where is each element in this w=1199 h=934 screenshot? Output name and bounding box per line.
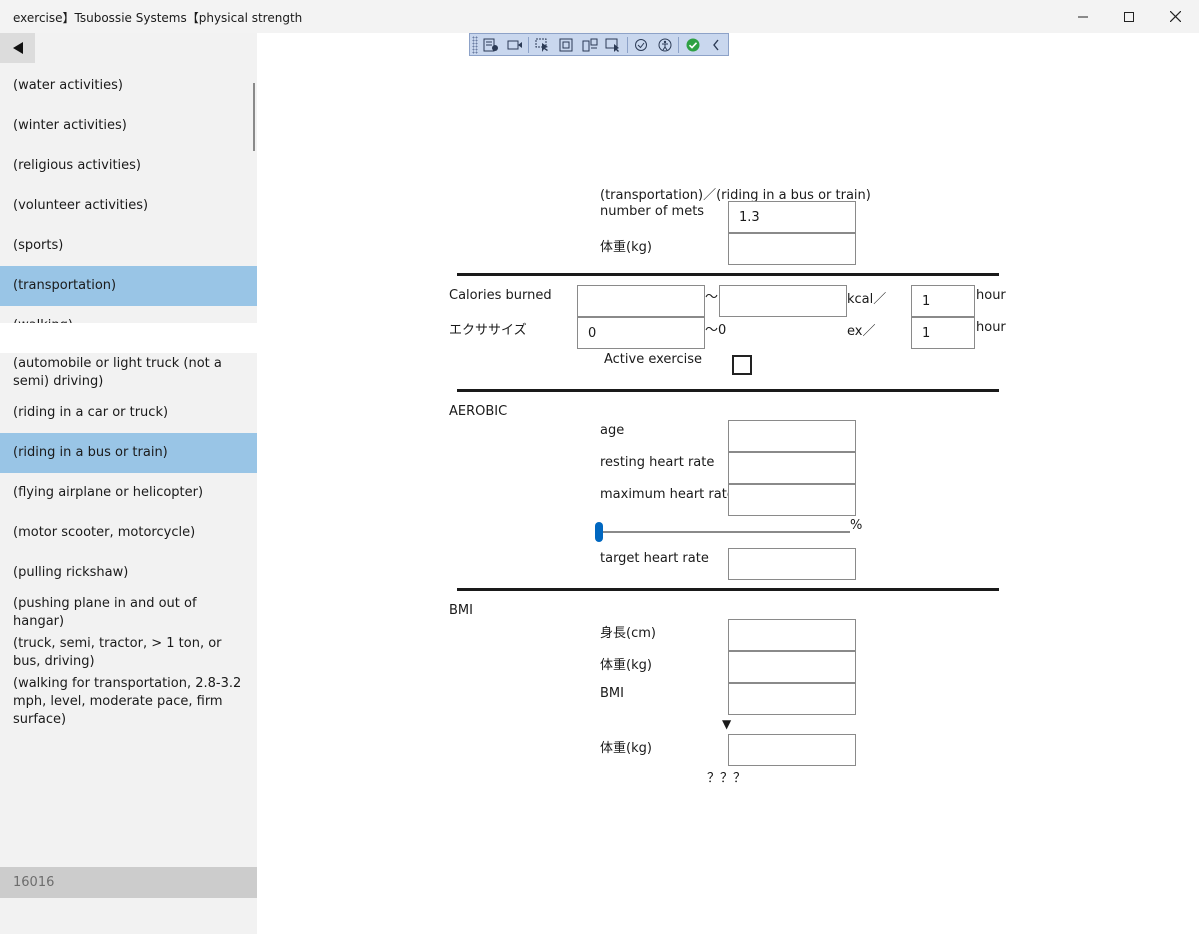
select-element-icon[interactable] (531, 35, 554, 55)
back-button[interactable] (0, 33, 35, 63)
bmi-weight-field[interactable] (728, 651, 856, 683)
category-item[interactable]: (volunteer activities) (0, 186, 257, 226)
weight-field[interactable] (728, 233, 856, 265)
activity-item[interactable]: (pushing plane in and out of hangar) (0, 593, 257, 633)
toolbar-separator (528, 36, 530, 53)
max-heart-rate-label: maximum heart rate (600, 487, 735, 502)
age-label: age (600, 423, 625, 438)
active-exercise-checkbox[interactable] (732, 355, 752, 375)
percent-sign: % (850, 518, 863, 533)
activity-list[interactable]: (automobile or light truck (not a semi) … (0, 353, 257, 731)
calories-tilde: ～ (705, 290, 719, 305)
weight-label: 体重(kg) (600, 240, 652, 255)
record-icon[interactable] (503, 35, 526, 55)
exercise-range-end: ～0 (705, 323, 727, 338)
hour-unit: hour (976, 320, 1006, 335)
status-bar: 16016 (0, 867, 257, 898)
check-icon[interactable] (681, 35, 704, 55)
exercise-hours-field[interactable]: 1 (911, 317, 975, 349)
exercise-label: エクササイズ (449, 323, 527, 338)
maximize-button[interactable] (1106, 0, 1152, 33)
back-arrow-icon (12, 42, 23, 54)
minimize-button[interactable] (1060, 0, 1106, 33)
category-item[interactable]: (water activities) (0, 66, 257, 106)
bmi-field[interactable] (728, 683, 856, 715)
age-field[interactable] (728, 420, 856, 452)
activity-item[interactable]: (flying airplane or helicopter) (0, 473, 257, 513)
height-field[interactable] (728, 619, 856, 651)
activity-item[interactable]: (riding in a car or truck) (0, 393, 257, 433)
activity-item[interactable]: (pulling rickshaw) (0, 553, 257, 593)
toolbar-separator (626, 36, 628, 53)
category-item[interactable]: (walking) (0, 306, 257, 323)
ideal-weight-label: 体重(kg) (600, 741, 652, 756)
activity-item-selected[interactable]: (riding in a bus or train) (0, 433, 257, 473)
activity-item[interactable]: (walking for transportation, 2.8-3.2 mph… (0, 673, 257, 731)
calories-max-field[interactable] (719, 285, 847, 317)
category-item-selected[interactable]: (transportation) (0, 266, 257, 306)
bmi-weight-label: 体重(kg) (600, 658, 652, 673)
close-button[interactable] (1152, 0, 1198, 33)
maximize-icon (1124, 11, 1134, 22)
aerobic-section-label: AEROBIC (449, 404, 508, 419)
minimize-icon (1078, 16, 1088, 17)
height-label: 身長(cm) (600, 626, 656, 641)
title-bar: exercise】Tsubossie Systems【physical stre… (0, 0, 1199, 33)
bmi-label: BMI (600, 686, 624, 701)
category-item[interactable]: (winter activities) (0, 106, 257, 146)
activity-item[interactable]: (motor scooter, motorcycle) (0, 513, 257, 553)
accessibility-icon[interactable] (653, 35, 676, 55)
intensity-slider[interactable] (595, 522, 850, 542)
slider-track (595, 531, 850, 533)
calories-hours-field[interactable]: 1 (911, 285, 975, 317)
layout-adorner-icon[interactable] (555, 35, 578, 55)
hour-unit: hour (976, 288, 1006, 303)
track-focus-icon[interactable] (578, 35, 601, 55)
toolbar-separator (678, 36, 680, 53)
calories-label: Calories burned (449, 288, 552, 303)
live-tree-icon[interactable] (480, 35, 503, 55)
window-title: exercise】Tsubossie Systems【physical stre… (13, 11, 303, 25)
max-heart-rate-field[interactable] (728, 484, 856, 516)
slider-thumb[interactable] (595, 522, 603, 542)
active-exercise-label: Active exercise (604, 352, 702, 367)
category-item[interactable]: (religious activities) (0, 146, 257, 186)
hot-reload-icon[interactable] (630, 35, 653, 55)
calories-min-field[interactable] (577, 285, 705, 317)
debug-toolbar (469, 33, 729, 56)
category-item[interactable]: (sports) (0, 226, 257, 266)
section-divider (457, 588, 999, 591)
down-arrow-icon: ▼ (722, 717, 732, 731)
toolbar-grip-icon[interactable] (472, 35, 478, 54)
display-layout-icon[interactable] (601, 35, 624, 55)
bmi-section-label: BMI (449, 603, 473, 618)
activity-item[interactable]: (truck, semi, tractor, > 1 ton, or bus, … (0, 633, 257, 673)
ideal-weight-field[interactable] (728, 734, 856, 766)
list-divider (0, 323, 257, 353)
unknown-marker: ？？？ (707, 771, 747, 786)
resting-heart-rate-label: resting heart rate (600, 455, 715, 470)
target-heart-rate-label: target heart rate (600, 551, 709, 566)
mets-field[interactable]: 1.3 (728, 201, 856, 233)
resting-heart-rate-field[interactable] (728, 452, 856, 484)
collapse-toolbar-icon[interactable] (705, 35, 728, 55)
category-scrollbar[interactable] (253, 83, 255, 151)
sidebar: (water activities) (winter activities) (… (0, 33, 257, 934)
mets-label: number of mets (600, 204, 705, 219)
section-divider (457, 389, 999, 392)
ex-unit: ex／ (847, 324, 876, 339)
exercise-field[interactable]: 0 (577, 317, 705, 349)
category-list[interactable]: (water activities) (winter activities) (… (0, 66, 257, 323)
close-icon (1169, 11, 1181, 22)
kcal-unit: kcal／ (847, 292, 887, 307)
section-divider (457, 273, 999, 276)
target-heart-rate-field[interactable] (728, 548, 856, 580)
activity-item[interactable]: (automobile or light truck (not a semi) … (0, 353, 257, 393)
